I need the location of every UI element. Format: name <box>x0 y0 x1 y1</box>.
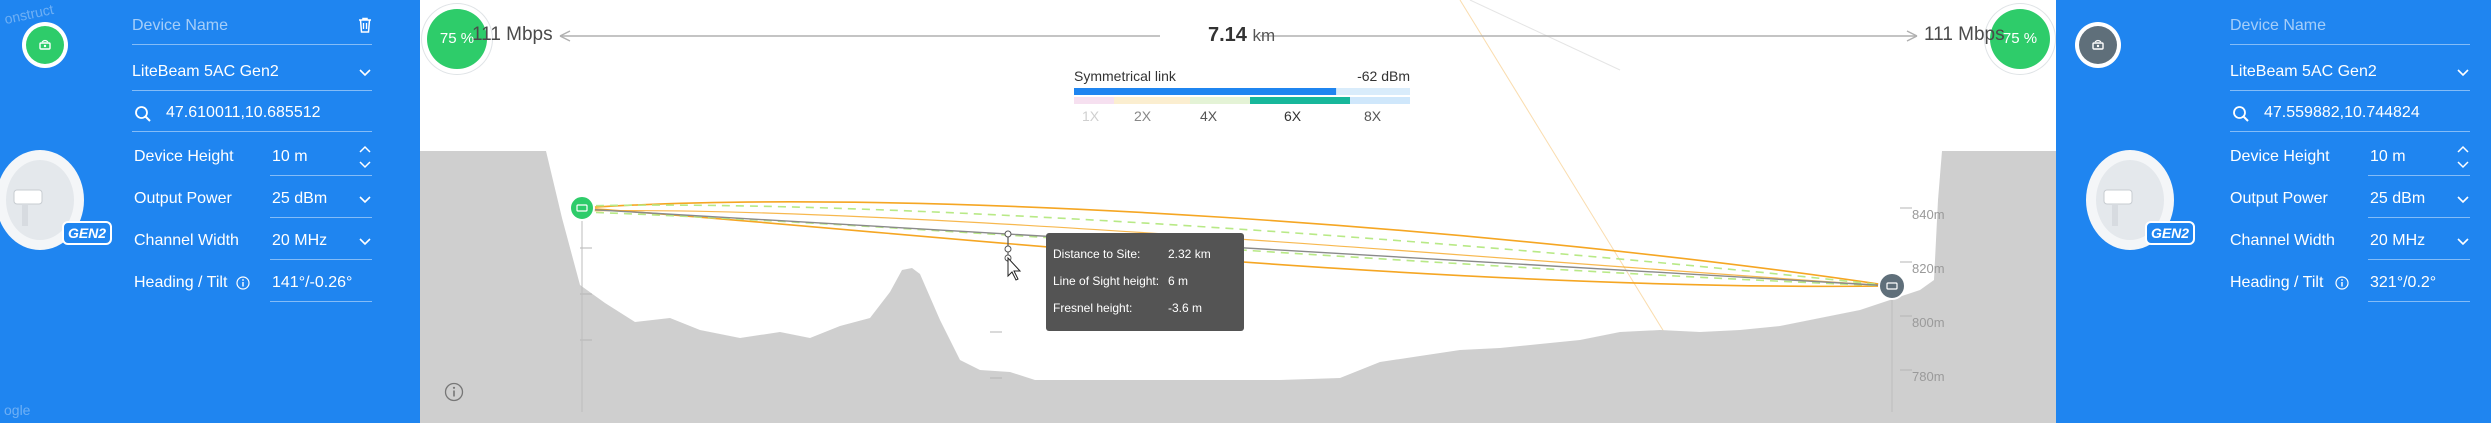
left-site-badge[interactable] <box>22 22 68 68</box>
output-power-select[interactable]: 25 dBm <box>2368 182 2470 218</box>
heading-tilt-input[interactable]: 321°/0.2° <box>2368 266 2470 302</box>
link-type: Symmetrical link <box>1074 68 1176 84</box>
tooltip-fresnel-value: -3.6 m <box>1168 301 1203 315</box>
heading-tilt-value: 141°/-0.26° <box>272 274 353 291</box>
modulation-label: 4X <box>1200 108 1218 124</box>
heading-tilt-label: Heading / Tilt <box>134 274 228 291</box>
antenna-icon <box>39 39 51 50</box>
info-icon[interactable] <box>2335 276 2349 290</box>
elevation-tick: 840m <box>1912 207 1945 222</box>
left-throughput: 111 Mbps <box>472 24 553 45</box>
coordinates-input[interactable]: 47.559882,10.744824 <box>2264 104 2420 122</box>
channel-width-select[interactable]: 20 MHz <box>270 224 372 260</box>
device-height-label: Device Height <box>134 148 234 165</box>
device-image: GEN2 <box>2086 150 2195 250</box>
device-model-value: LiteBeam 5AC Gen2 <box>2230 63 2377 80</box>
info-icon[interactable] <box>236 276 250 290</box>
device-height-value: 10 m <box>272 148 308 165</box>
modulation-label: 8X <box>1364 108 1382 124</box>
device-height-value: 10 m <box>2370 148 2406 165</box>
channel-width-value: 20 MHz <box>272 232 328 249</box>
antenna-icon <box>2092 39 2104 50</box>
channel-width-label: Channel Width <box>134 232 239 249</box>
channel-width-label: Channel Width <box>2230 232 2335 249</box>
link-distance-unit: km <box>1252 26 1276 45</box>
elevation-tick: 800m <box>1912 315 1945 330</box>
device-height-input[interactable]: 10 m <box>270 140 372 176</box>
tooltip-fresnel-label: Fresnel height: <box>1053 301 1133 315</box>
left-site-panel: onstruct ogle GEN2 Device Name LiteBeam … <box>0 0 420 423</box>
tooltip-distance-value: 2.32 km <box>1168 247 1211 261</box>
signal-fill <box>1074 88 1337 95</box>
device-model-select[interactable]: LiteBeam 5AC Gen2 <box>132 55 372 91</box>
device-name-input[interactable]: Device Name <box>132 17 228 35</box>
device-model-select[interactable]: LiteBeam 5AC Gen2 <box>2230 55 2470 91</box>
device-model-value: LiteBeam 5AC Gen2 <box>132 63 279 80</box>
device-height-label: Device Height <box>2230 148 2330 165</box>
device-height-input[interactable]: 10 m <box>2368 140 2470 176</box>
channel-width-select[interactable]: 20 MHz <box>2368 224 2470 260</box>
output-power-label: Output Power <box>134 190 232 207</box>
left-site-marker[interactable] <box>569 195 595 221</box>
profile-tooltip: Distance to Site: 2.32 km Line of Sight … <box>1046 233 1244 331</box>
right-site-badge[interactable] <box>2075 22 2121 68</box>
output-power-value: 25 dBm <box>2370 190 2426 207</box>
chevron-down-icon <box>359 69 371 77</box>
output-power-select[interactable]: 25 dBm <box>270 182 372 218</box>
heading-tilt-value: 321°/0.2° <box>2370 274 2437 291</box>
chevron-down-icon <box>2457 196 2469 204</box>
trash-icon[interactable] <box>358 17 372 33</box>
modulation-bar <box>1074 88 1410 104</box>
device-name-field[interactable]: Device Name <box>2230 9 2470 45</box>
right-throughput: 111 Mbps <box>1924 24 2005 45</box>
device-name-field[interactable]: Device Name <box>132 9 372 45</box>
map-watermark-bottom: ogle <box>4 402 31 418</box>
gen2-label: GEN2 <box>68 225 106 241</box>
profile-cursor[interactable] <box>1004 230 1022 281</box>
modulation-label-active: 6X <box>1284 108 1302 124</box>
heading-tilt-label: Heading / Tilt <box>2230 274 2324 291</box>
search-icon <box>2233 106 2249 122</box>
output-power-value: 25 dBm <box>272 190 328 207</box>
link-profile-area: 840m 820m 800m 780m 75 % 75 % 111 Mbps 1… <box>420 0 2056 423</box>
channel-width-value: 20 MHz <box>2370 232 2426 249</box>
modulation-label: 1X <box>1082 108 1100 124</box>
tooltip-distance-label: Distance to Site: <box>1053 247 1141 261</box>
info-icon[interactable] <box>444 382 464 402</box>
modulation-label: 2X <box>1134 108 1152 124</box>
chevron-down-icon <box>359 196 371 204</box>
stepper-icon[interactable] <box>358 142 372 172</box>
gen2-label: GEN2 <box>2151 225 2189 241</box>
signal-strength: -62 dBm <box>1357 68 1410 84</box>
link-distance-value: 7.14 <box>1208 24 1247 46</box>
tooltip-los-value: 6 m <box>1168 274 1189 288</box>
link-distance: 7.14 km <box>1208 24 1275 47</box>
coordinates-input[interactable]: 47.610011,10.685512 <box>166 104 321 122</box>
output-power-label: Output Power <box>2230 190 2328 207</box>
coordinates-field[interactable]: 47.559882,10.744824 <box>2230 96 2470 132</box>
heading-tilt-input[interactable]: 141°/-0.26° <box>270 266 372 302</box>
chevron-down-icon <box>2457 238 2469 246</box>
right-site-panel: GEN2 Device Name LiteBeam 5AC Gen2 47.55… <box>2056 0 2491 423</box>
coordinates-field[interactable]: 47.610011,10.685512 <box>132 96 372 132</box>
chevron-down-icon <box>359 238 371 246</box>
device-name-input[interactable]: Device Name <box>2230 17 2326 35</box>
elevation-tick: 780m <box>1912 369 1945 384</box>
stepper-icon[interactable] <box>2456 142 2470 172</box>
device-image: GEN2 <box>0 150 112 250</box>
chevron-down-icon <box>2457 69 2469 77</box>
search-icon <box>135 106 151 122</box>
tooltip-los-label: Line of Sight height: <box>1053 274 1160 288</box>
elevation-tick: 820m <box>1912 261 1945 276</box>
right-site-marker[interactable] <box>1878 272 1906 300</box>
elevation-profile-chart[interactable]: 840m 820m 800m 780m <box>420 0 2056 423</box>
